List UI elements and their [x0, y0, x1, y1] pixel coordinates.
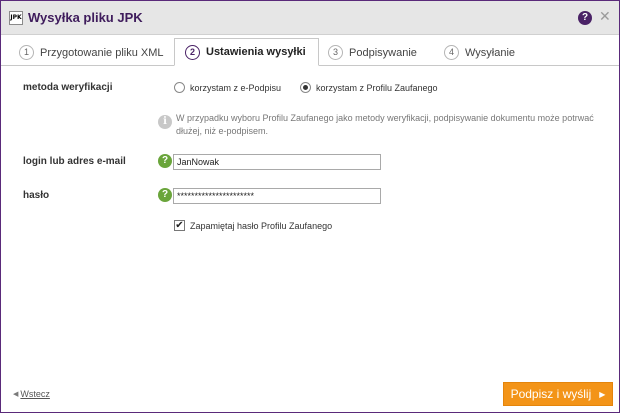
back-link[interactable]: ◀ Wstecz: [13, 389, 50, 399]
sign-and-send-button[interactable]: Podpisz i wyślij ▶: [503, 382, 613, 406]
remember-password-label: Zapamiętaj hasło Profilu Zaufanego: [190, 220, 333, 231]
tab-podpisywanie[interactable]: 3 Podpisywanie: [328, 39, 417, 66]
password-input[interactable]: [173, 188, 381, 204]
close-icon[interactable]: ✕: [599, 10, 611, 24]
login-label: login lub adres e-mail: [23, 156, 126, 167]
login-hint-icon[interactable]: ?: [158, 154, 172, 168]
remember-password-row[interactable]: ✔ Zapamiętaj hasło Profilu Zaufanego: [174, 220, 332, 231]
tab-label: Wysyłanie: [465, 46, 516, 59]
checkmark-icon[interactable]: ✔: [174, 220, 185, 231]
password-hint-icon[interactable]: ?: [158, 188, 172, 202]
radio-label: korzystam z e-Podpisu: [190, 82, 282, 93]
radio-label: korzystam z Profilu Zaufanego: [316, 82, 438, 93]
tab-label: Przygotowanie pliku XML: [40, 46, 164, 59]
wizard-tabs: 1 Przygotowanie pliku XML 2 Ustawienia w…: [1, 35, 619, 66]
submit-label: Podpisz i wyślij: [510, 387, 592, 401]
title-bar: JPK Wysyłka pliku JPK ? ✕: [1, 1, 619, 35]
tab-label: Podpisywanie: [349, 46, 417, 59]
tab-label: Ustawienia wysyłki: [206, 46, 306, 58]
radio-epodpis[interactable]: korzystam z e-Podpisu: [174, 82, 281, 93]
info-icon: i: [158, 115, 172, 129]
step-number: 3: [328, 45, 343, 60]
help-icon[interactable]: ?: [578, 11, 592, 25]
next-arrow-icon: ▶: [599, 389, 606, 399]
back-label: Wstecz: [20, 389, 50, 399]
tab-ustawienia[interactable]: 2 Ustawienia wysyłki: [174, 38, 319, 66]
verification-method-label: metoda weryfikacji: [23, 82, 113, 93]
dialog-title: Wysyłka pliku JPK: [28, 10, 143, 25]
login-input[interactable]: [173, 154, 381, 170]
radio-button[interactable]: [174, 82, 185, 93]
radio-profil-zaufany[interactable]: korzystam z Profilu Zaufanego: [300, 82, 438, 93]
step-number: 4: [444, 45, 459, 60]
back-arrow-icon: ◀: [13, 390, 19, 398]
step-number: 2: [185, 44, 200, 60]
info-text: W przypadku wyboru Profilu Zaufanego jak…: [176, 113, 594, 136]
dialog-window: JPK Wysyłka pliku JPK ? ✕ 1 Przygotowani…: [0, 0, 620, 413]
radio-button-selected[interactable]: [300, 82, 311, 93]
tab-wysylanie[interactable]: 4 Wysyłanie: [444, 39, 515, 66]
app-logo: JPK: [9, 11, 23, 25]
step-number: 1: [19, 45, 34, 60]
tab-przygotowanie[interactable]: 1 Przygotowanie pliku XML: [19, 39, 164, 66]
password-label: hasło: [23, 190, 50, 201]
